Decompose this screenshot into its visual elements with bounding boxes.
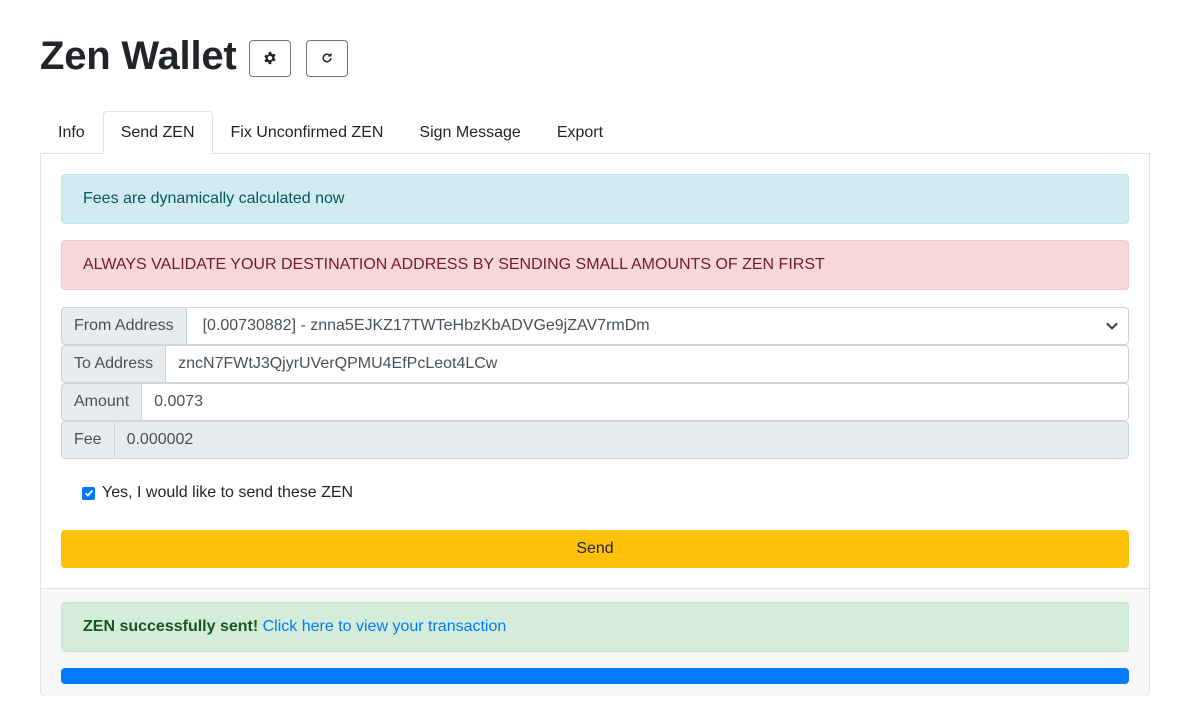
confirm-send-checkbox[interactable] [82,486,95,500]
amount-row: Amount 0.0073 [61,383,1129,421]
gear-icon [263,51,276,65]
send-zen-panel: Fees are dynamically calculated now ALWA… [40,153,1150,696]
progress-bar [61,668,1129,684]
from-address-row: From Address [0.00730882] - znna5EJKZ17T… [61,307,1129,345]
progress-track [61,668,1129,684]
page-title: Zen Wallet [40,34,237,78]
tab-export[interactable]: Export [539,111,621,153]
send-button[interactable]: Send [61,530,1129,568]
refresh-icon [322,52,332,63]
refresh-button[interactable] [305,39,348,77]
amount-label: Amount [61,383,143,421]
success-message: ZEN successfully sent! [83,618,259,635]
chevron-down-icon [1106,322,1118,330]
fee-input: 0.000002 [114,421,1129,459]
fee-row: Fee 0.000002 [61,421,1129,459]
tab-info[interactable]: Info [40,111,103,153]
to-address-input[interactable]: zncN7FWtJ3QjyrUVerQPMU4EfPcLeot4LCw [166,345,1129,383]
checkmark-icon [84,489,93,497]
confirm-send-row: Yes, I would like to send these ZEN [82,484,353,502]
result-footer: ZEN successfully sent! Click here to vie… [41,588,1149,696]
settings-button[interactable] [248,39,291,77]
confirm-send-label[interactable]: Yes, I would like to send these ZEN [102,484,353,502]
tab-bar: Info Send ZEN Fix Unconfirmed ZEN Sign M… [40,111,621,154]
fee-info-alert: Fees are dynamically calculated now [61,174,1129,224]
success-alert: ZEN successfully sent! Click here to vie… [61,602,1129,652]
view-transaction-link[interactable]: Click here to view your transaction [263,618,507,635]
tab-send-zen[interactable]: Send ZEN [102,111,213,154]
from-address-label: From Address [61,307,187,345]
from-address-value: [0.00730882] - znna5EJKZ17TWTeHbzKbADVGe… [202,317,650,334]
validate-address-warning: ALWAYS VALIDATE YOUR DESTINATION ADDRESS… [61,240,1129,290]
from-address-select[interactable]: [0.00730882] - znna5EJKZ17TWTeHbzKbADVGe… [186,307,1129,345]
amount-input[interactable]: 0.0073 [142,383,1129,421]
to-address-row: To Address zncN7FWtJ3QjyrUVerQPMU4EfPcLe… [61,345,1129,383]
tab-sign-message[interactable]: Sign Message [401,111,538,153]
tab-fix-unconfirmed-zen[interactable]: Fix Unconfirmed ZEN [213,111,402,153]
fee-label: Fee [61,421,115,459]
page-header: Zen Wallet [40,32,348,80]
to-address-label: To Address [61,345,167,383]
